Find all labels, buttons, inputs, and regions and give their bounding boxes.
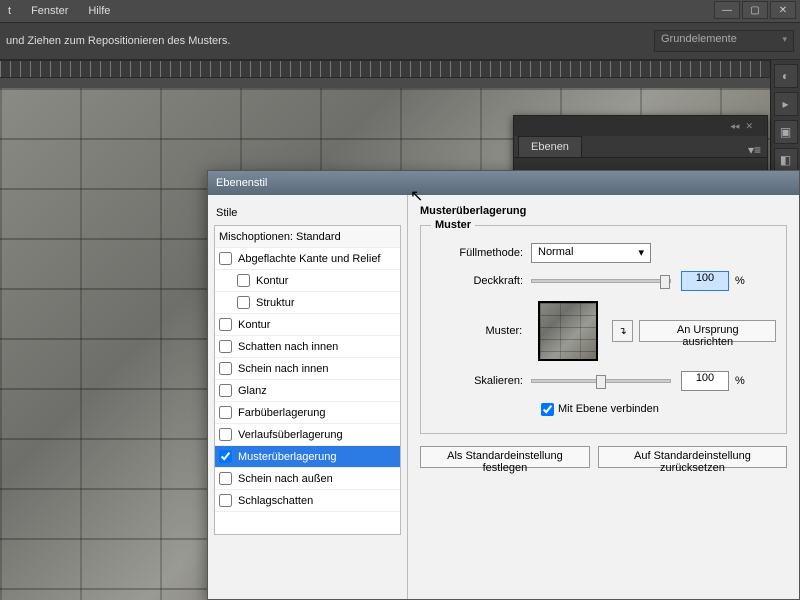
style-label: Schein nach außen xyxy=(238,473,333,485)
style-item[interactable]: Glanz xyxy=(215,380,400,402)
style-label: Struktur xyxy=(256,297,295,309)
minimize-button[interactable]: — xyxy=(714,1,740,19)
make-default-button[interactable]: Als Standardeinstellung festlegen xyxy=(420,446,590,468)
arrow-icon[interactable]: ▸ xyxy=(774,92,798,116)
style-label: Musterüberlagerung xyxy=(238,451,336,463)
style-checkbox[interactable] xyxy=(219,252,232,265)
menu-item-hilfe[interactable]: Hilfe xyxy=(88,5,110,17)
section-title: Musterüberlagerung xyxy=(420,205,787,217)
opacity-label: Deckkraft: xyxy=(431,275,531,287)
style-checkbox[interactable] xyxy=(219,428,232,441)
style-item[interactable]: Verlaufsüberlagerung xyxy=(215,424,400,446)
panel-dock-header[interactable]: ◂◂ ✕ xyxy=(514,116,767,136)
tool-icon[interactable]: ▣ xyxy=(774,120,798,144)
close-button[interactable]: ✕ xyxy=(770,1,796,19)
style-checkbox[interactable] xyxy=(219,472,232,485)
panel-menu-icon[interactable]: ▾≡ xyxy=(748,143,761,157)
dialog-titlebar[interactable]: Ebenenstil xyxy=(208,171,799,195)
scale-label: Skalieren: xyxy=(431,375,531,387)
menu-item[interactable]: t xyxy=(8,5,11,17)
style-checkbox[interactable] xyxy=(237,274,250,287)
style-item[interactable]: Schein nach außen xyxy=(215,468,400,490)
tool-icon[interactable]: ◧ xyxy=(774,148,798,172)
opacity-slider[interactable] xyxy=(531,279,671,283)
style-checkbox[interactable] xyxy=(237,296,250,309)
tab-ebenen[interactable]: Ebenen xyxy=(518,136,582,157)
style-checkbox[interactable] xyxy=(219,494,232,507)
styles-box[interactable]: Mischoptionen: Standard Abgeflachte Kante… xyxy=(214,225,401,535)
opacity-input[interactable]: 100 xyxy=(681,271,729,291)
pattern-swatch[interactable] xyxy=(538,301,598,361)
style-checkbox[interactable] xyxy=(219,362,232,375)
style-item[interactable]: Struktur xyxy=(215,292,400,314)
reset-default-button[interactable]: Auf Standardeinstellung zurücksetzen xyxy=(598,446,787,468)
style-item[interactable]: Schatten nach innen xyxy=(215,336,400,358)
snap-origin-button[interactable]: An Ursprung ausrichten xyxy=(639,320,776,342)
percent-label: % xyxy=(735,275,745,287)
percent-label: % xyxy=(735,375,745,387)
style-item[interactable]: Kontur xyxy=(215,270,400,292)
pattern-label: Muster: xyxy=(431,325,530,337)
scale-slider[interactable] xyxy=(531,379,671,383)
style-checkbox[interactable] xyxy=(219,384,232,397)
style-item[interactable]: Farbüberlagerung xyxy=(215,402,400,424)
style-item[interactable]: Kontur xyxy=(215,314,400,336)
style-checkbox[interactable] xyxy=(219,340,232,353)
link-layer-label[interactable]: Mit Ebene verbinden xyxy=(558,403,659,415)
group-legend: Muster xyxy=(431,219,475,231)
options-bar: und Ziehen zum Repositionieren des Muste… xyxy=(0,22,800,60)
style-label: Farbüberlagerung xyxy=(238,407,325,419)
blend-mode-select[interactable]: Normal xyxy=(531,243,651,263)
style-item[interactable]: Schlagschatten xyxy=(215,490,400,512)
style-label: Kontur xyxy=(256,275,288,287)
style-label: Schein nach innen xyxy=(238,363,329,375)
style-item[interactable]: Schein nach innen xyxy=(215,358,400,380)
workspace-dropdown[interactable]: Grundelemente xyxy=(654,30,794,52)
window-controls: — ▢ ✕ xyxy=(710,0,800,22)
pattern-picker-icon[interactable]: ↴ xyxy=(612,320,634,342)
pattern-group: Muster Füllmethode: Normal Deckkraft: 10… xyxy=(420,219,787,434)
style-item[interactable]: Abgeflachte Kante und Relief xyxy=(215,248,400,270)
panel-close-icon[interactable]: ✕ xyxy=(745,121,753,132)
style-item[interactable]: Musterüberlagerung xyxy=(215,446,400,468)
color-icon[interactable]: ◐ xyxy=(774,64,798,88)
style-label: Schlagschatten xyxy=(238,495,313,507)
style-label: Kontur xyxy=(238,319,270,331)
style-checkbox[interactable] xyxy=(219,318,232,331)
options-hint: und Ziehen zum Repositionieren des Muste… xyxy=(6,35,230,47)
ruler-horizontal xyxy=(0,60,800,78)
dock-collapse-icon[interactable]: ◂◂ xyxy=(730,121,739,132)
menubar[interactable]: t Fenster Hilfe xyxy=(0,0,800,22)
blend-mode-label: Füllmethode: xyxy=(431,247,531,259)
maximize-button[interactable]: ▢ xyxy=(742,1,768,19)
dialog-styles-list: Stile Mischoptionen: Standard Abgeflachte… xyxy=(208,195,408,599)
scale-input[interactable]: 100 xyxy=(681,371,729,391)
blending-options-row[interactable]: Mischoptionen: Standard xyxy=(215,226,400,248)
style-label: Schatten nach innen xyxy=(238,341,338,353)
menu-item-fenster[interactable]: Fenster xyxy=(31,5,68,17)
style-label: Verlaufsüberlagerung xyxy=(238,429,343,441)
layer-style-dialog: Ebenenstil Stile Mischoptionen: Standard… xyxy=(207,170,800,600)
style-label: Glanz xyxy=(238,385,267,397)
link-layer-checkbox[interactable] xyxy=(541,403,554,416)
dialog-settings: Musterüberlagerung Muster Füllmethode: N… xyxy=(408,195,799,599)
dialog-title: Ebenenstil xyxy=(216,177,267,189)
style-label: Abgeflachte Kante und Relief xyxy=(238,253,381,265)
style-checkbox[interactable] xyxy=(219,406,232,419)
style-checkbox[interactable] xyxy=(219,450,232,463)
styles-label: Stile xyxy=(214,203,401,225)
